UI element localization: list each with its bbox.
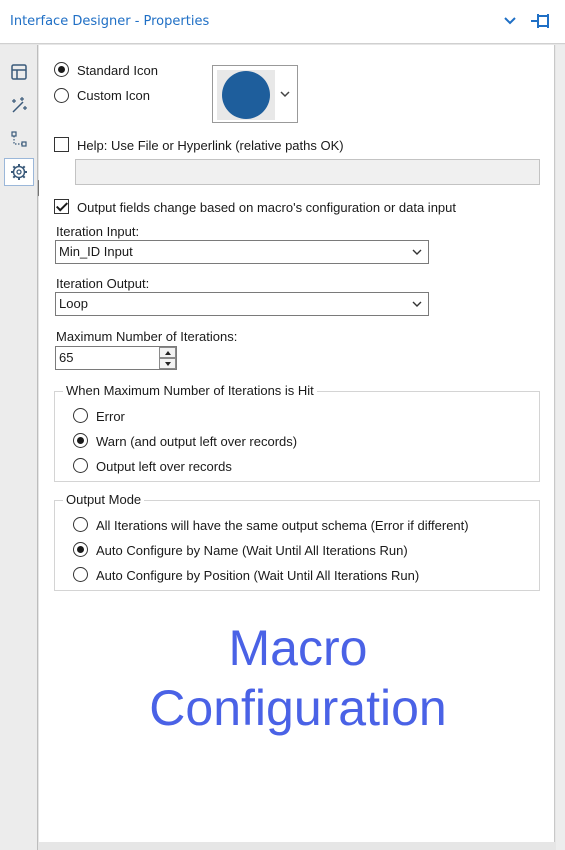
panel-bottom-edge bbox=[39, 842, 556, 850]
wand-icon bbox=[12, 97, 27, 113]
iteration-input-select[interactable]: Min_ID Input bbox=[55, 240, 429, 264]
icon-picker-dropdown[interactable] bbox=[212, 65, 298, 123]
max-hit-option-label: Output left over records bbox=[96, 459, 232, 474]
output-fields-checkbox[interactable] bbox=[54, 199, 69, 214]
tree-icon bbox=[11, 131, 27, 147]
layout-icon bbox=[11, 64, 27, 80]
output-fields-label: Output fields change based on macro's co… bbox=[77, 200, 456, 215]
sidebar-item-wizard[interactable] bbox=[4, 91, 34, 119]
chevron-down-icon bbox=[280, 91, 290, 98]
pin-icon[interactable] bbox=[530, 11, 552, 31]
gear-icon bbox=[11, 164, 27, 180]
custom-icon-radio[interactable] bbox=[54, 88, 69, 103]
standard-icon-label: Standard Icon bbox=[77, 63, 158, 78]
overlay-caption-line-1: Macro bbox=[228, 620, 368, 676]
output-mode-same-schema-radio[interactable] bbox=[73, 517, 88, 532]
output-mode-option-label: Auto Configure by Position (Wait Until A… bbox=[96, 568, 420, 583]
output-mode-group-legend: Output Mode bbox=[63, 492, 145, 507]
output-mode-by-name-radio[interactable] bbox=[73, 542, 88, 557]
sidebar-item-layout[interactable] bbox=[4, 58, 34, 86]
max-iterations-stepper[interactable]: 65 bbox=[55, 346, 177, 370]
max-hit-option-label: Warn (and output left over records) bbox=[96, 434, 298, 449]
iteration-output-value: Loop bbox=[59, 296, 88, 311]
overlay-caption-line-2: Configuration bbox=[149, 680, 447, 736]
max-iterations-value: 65 bbox=[59, 350, 74, 365]
window-title: Interface Designer - Properties bbox=[10, 14, 210, 29]
output-mode-option-label: All Iterations will have the same output… bbox=[96, 518, 469, 533]
help-label: Help: Use File or Hyperlink (relative pa… bbox=[77, 138, 344, 153]
max-hit-option-label: Error bbox=[96, 409, 125, 424]
help-checkbox[interactable] bbox=[54, 137, 69, 152]
max-hit-option-error-radio[interactable] bbox=[73, 408, 88, 423]
scrollbar[interactable] bbox=[556, 45, 565, 850]
max-hit-group-legend: When Maximum Number of Iterations is Hit bbox=[63, 383, 317, 398]
custom-icon-label: Custom Icon bbox=[77, 88, 150, 103]
iteration-input-value: Min_ID Input bbox=[59, 244, 133, 259]
decrement-button[interactable] bbox=[159, 358, 176, 369]
sidebar-item-tree[interactable] bbox=[4, 125, 34, 153]
chevron-down-icon bbox=[412, 301, 422, 307]
max-hit-option-warn-radio[interactable] bbox=[73, 433, 88, 448]
output-mode-by-position-radio[interactable] bbox=[73, 567, 88, 582]
max-iterations-label: Maximum Number of Iterations: bbox=[56, 329, 238, 344]
chevron-down-icon[interactable] bbox=[502, 13, 518, 29]
iteration-output-label: Iteration Output: bbox=[56, 276, 150, 291]
sidebar-item-configuration[interactable] bbox=[4, 158, 34, 186]
output-mode-option-label: Auto Configure by Name (Wait Until All I… bbox=[96, 543, 408, 558]
max-hit-option-output-radio[interactable] bbox=[73, 458, 88, 473]
standard-icon-radio[interactable] bbox=[54, 62, 69, 77]
help-path-field[interactable] bbox=[75, 159, 540, 185]
icon-swatch bbox=[217, 70, 275, 120]
sidebar bbox=[0, 45, 38, 850]
circle-icon bbox=[222, 71, 270, 119]
increment-button[interactable] bbox=[159, 347, 176, 358]
iteration-input-label: Iteration Input: bbox=[56, 224, 140, 239]
title-bar: Interface Designer - Properties bbox=[0, 0, 565, 44]
chevron-down-icon bbox=[412, 249, 422, 255]
iteration-output-select[interactable]: Loop bbox=[55, 292, 429, 316]
